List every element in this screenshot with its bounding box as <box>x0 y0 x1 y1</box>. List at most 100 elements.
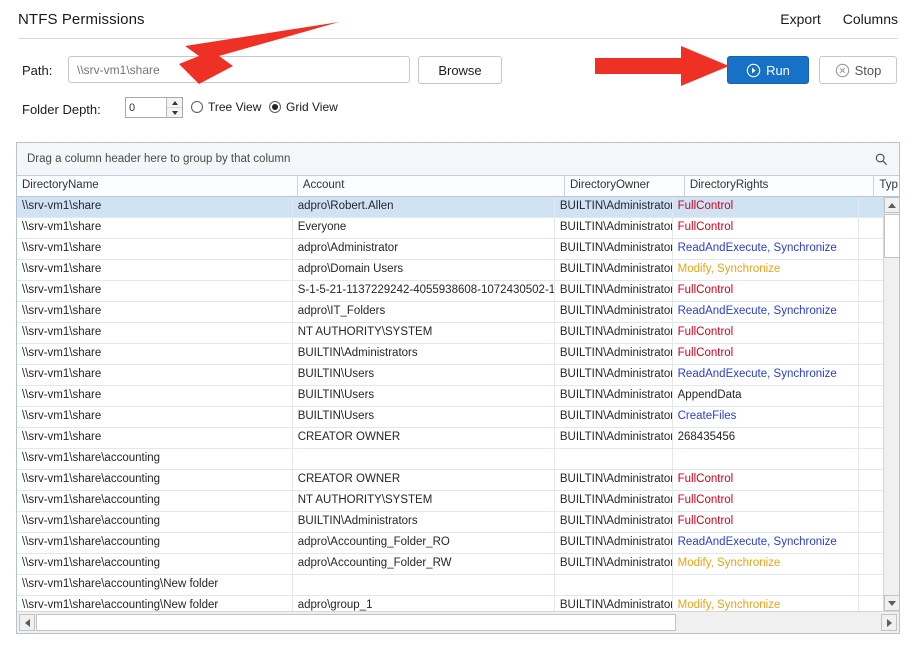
cell-directory-rights <box>673 449 859 469</box>
table-row[interactable]: \\srv-vm1\share NT AUTHORITY\SYSTEM BUILTI… <box>17 323 883 344</box>
horizontal-scroll-thumb[interactable] <box>36 614 676 631</box>
table-row[interactable]: \\srv-vm1\share adpro\IT_Folders BUILTIN\A… <box>17 302 883 323</box>
cell-account: BUILTIN\Administrators <box>293 512 555 532</box>
cell-type <box>859 596 883 611</box>
grid-rows: \\srv-vm1\share adpro\Robert.Allen BUILTIN… <box>17 197 883 611</box>
cell-directory-rights: FullControl <box>673 281 859 301</box>
scroll-up-icon[interactable] <box>884 197 899 213</box>
group-by-hint: Drag a column header here to group by th… <box>27 153 291 165</box>
path-input[interactable] <box>68 56 410 83</box>
table-row[interactable]: \\srv-vm1\share\accounting\New folder adp… <box>17 596 883 611</box>
cell-directory-rights: CreateFiles <box>673 407 859 427</box>
export-link[interactable]: Export <box>780 11 820 27</box>
cell-directory-rights: Modify, Synchronize <box>673 596 859 611</box>
table-row[interactable]: \\srv-vm1\share\accounting adpro\Accounti… <box>17 554 883 575</box>
cell-type <box>859 281 883 301</box>
table-row[interactable]: \\srv-vm1\share Everyone BUILTIN\Administr… <box>17 218 883 239</box>
table-row[interactable]: \\srv-vm1\share adpro\Domain Users BUILTIN… <box>17 260 883 281</box>
permissions-grid-panel: Drag a column header here to group by th… <box>16 142 900 634</box>
grid-header-row: DirectoryName Account DirectoryOwner Direct… <box>17 176 899 197</box>
cell-directory-name: \\srv-vm1\share\accounting <box>17 491 293 511</box>
search-icon[interactable] <box>871 149 891 169</box>
table-row[interactable]: \\srv-vm1\share\accounting CREATOR OWNER B… <box>17 470 883 491</box>
grid-vertical-scrollbar[interactable] <box>883 197 899 611</box>
cell-directory-name: \\srv-vm1\share <box>17 407 293 427</box>
cell-directory-rights: ReadAndExecute, Synchronize <box>673 239 859 259</box>
cell-directory-owner: BUILTIN\Administrators <box>555 554 673 574</box>
scroll-down-icon[interactable] <box>884 595 899 611</box>
columns-link[interactable]: Columns <box>843 11 898 27</box>
radio-grid-view[interactable]: Grid View <box>269 100 338 114</box>
cell-type <box>859 386 883 406</box>
scroll-right-icon[interactable] <box>881 614 897 631</box>
cell-directory-owner: BUILTIN\Administrators <box>555 197 673 217</box>
scroll-left-icon[interactable] <box>19 614 35 631</box>
cell-directory-name: \\srv-vm1\share <box>17 365 293 385</box>
browse-button[interactable]: Browse <box>418 56 502 84</box>
cell-directory-owner: BUILTIN\Administrators <box>555 512 673 532</box>
cell-directory-name: \\srv-vm1\share\accounting <box>17 470 293 490</box>
grid-column-header-account[interactable]: Account <box>298 176 565 196</box>
cell-directory-rights: Modify, Synchronize <box>673 260 859 280</box>
table-row[interactable]: \\srv-vm1\share\accounting <box>17 449 883 470</box>
table-row[interactable]: \\srv-vm1\share BUILTIN\Users BUILTIN\Admi… <box>17 386 883 407</box>
cell-directory-name: \\srv-vm1\share <box>17 260 293 280</box>
cell-account: adpro\group_1 <box>293 596 555 611</box>
table-row[interactable]: \\srv-vm1\share\accounting BUILTIN\Admini… <box>17 512 883 533</box>
stop-button[interactable]: Stop <box>819 56 897 84</box>
folder-depth-arrows[interactable] <box>166 98 182 117</box>
cell-directory-name: \\srv-vm1\share <box>17 428 293 448</box>
grid-column-header-directory-rights[interactable]: DirectoryRights <box>685 176 875 196</box>
stepper-down-icon[interactable] <box>167 108 182 117</box>
grid-horizontal-scrollbar[interactable] <box>17 611 899 633</box>
cell-directory-rights: FullControl <box>673 470 859 490</box>
cell-account: NT AUTHORITY\SYSTEM <box>293 491 555 511</box>
cell-directory-owner: BUILTIN\Administrators <box>555 302 673 322</box>
cell-directory-name: \\srv-vm1\share <box>17 281 293 301</box>
cell-directory-rights: Modify, Synchronize <box>673 554 859 574</box>
radio-tree-view[interactable]: Tree View <box>191 100 261 114</box>
folder-depth-stepper[interactable] <box>125 97 183 118</box>
run-button[interactable]: Run <box>727 56 809 84</box>
table-row[interactable]: \\srv-vm1\share adpro\Robert.Allen BUILTIN… <box>17 197 883 218</box>
cell-account: BUILTIN\Users <box>293 365 555 385</box>
radio-tree-view-label: Tree View <box>208 100 262 114</box>
table-row[interactable]: \\srv-vm1\share CREATOR OWNER BUILTIN\Admi… <box>17 428 883 449</box>
folder-depth-label: Folder Depth: <box>22 102 101 117</box>
cell-account: adpro\Domain Users <box>293 260 555 280</box>
cell-directory-rights: FullControl <box>673 512 859 532</box>
vertical-scroll-thumb[interactable] <box>884 214 899 258</box>
table-row[interactable]: \\srv-vm1\share BUILTIN\Users BUILTIN\Admi… <box>17 407 883 428</box>
cell-account <box>293 575 555 595</box>
stepper-up-icon[interactable] <box>167 98 182 108</box>
cell-directory-owner: BUILTIN\Administrators <box>555 470 673 490</box>
folder-depth-input[interactable] <box>126 98 166 117</box>
cell-directory-name: \\srv-vm1\share <box>17 302 293 322</box>
cell-type <box>859 554 883 574</box>
table-row[interactable]: \\srv-vm1\share\accounting NT AUTHORITY\S… <box>17 491 883 512</box>
table-row[interactable]: \\srv-vm1\share BUILTIN\Administrators BUI… <box>17 344 883 365</box>
cell-type <box>859 323 883 343</box>
cell-directory-rights: FullControl <box>673 344 859 364</box>
cell-directory-rights: FullControl <box>673 323 859 343</box>
cell-directory-rights: ReadAndExecute, Synchronize <box>673 365 859 385</box>
grid-column-header-directory-name[interactable]: DirectoryName <box>17 176 298 196</box>
cell-account: adpro\Administrator <box>293 239 555 259</box>
cell-directory-owner <box>555 449 673 469</box>
cell-directory-owner: BUILTIN\Administrators <box>555 491 673 511</box>
cell-directory-name: \\srv-vm1\share <box>17 218 293 238</box>
table-row[interactable]: \\srv-vm1\share BUILTIN\Users BUILTIN\Admi… <box>17 365 883 386</box>
table-row[interactable]: \\srv-vm1\share\accounting adpro\Accounti… <box>17 533 883 554</box>
cell-directory-owner: BUILTIN\Administrators <box>555 239 673 259</box>
table-row[interactable]: \\srv-vm1\share\accounting\New folder <box>17 575 883 596</box>
cell-type <box>859 218 883 238</box>
grid-column-header-directory-owner[interactable]: DirectoryOwner <box>565 176 685 196</box>
table-row[interactable]: \\srv-vm1\share adpro\Administrator BUILTI… <box>17 239 883 260</box>
cell-type <box>859 470 883 490</box>
cell-directory-rights: AppendData <box>673 386 859 406</box>
cell-type <box>859 512 883 532</box>
cell-type <box>859 533 883 553</box>
group-by-drop-area[interactable]: Drag a column header here to group by th… <box>17 143 899 176</box>
grid-column-header-type[interactable]: Typ <box>874 176 899 196</box>
table-row[interactable]: \\srv-vm1\share S-1-5-21-1137229242-40559… <box>17 281 883 302</box>
